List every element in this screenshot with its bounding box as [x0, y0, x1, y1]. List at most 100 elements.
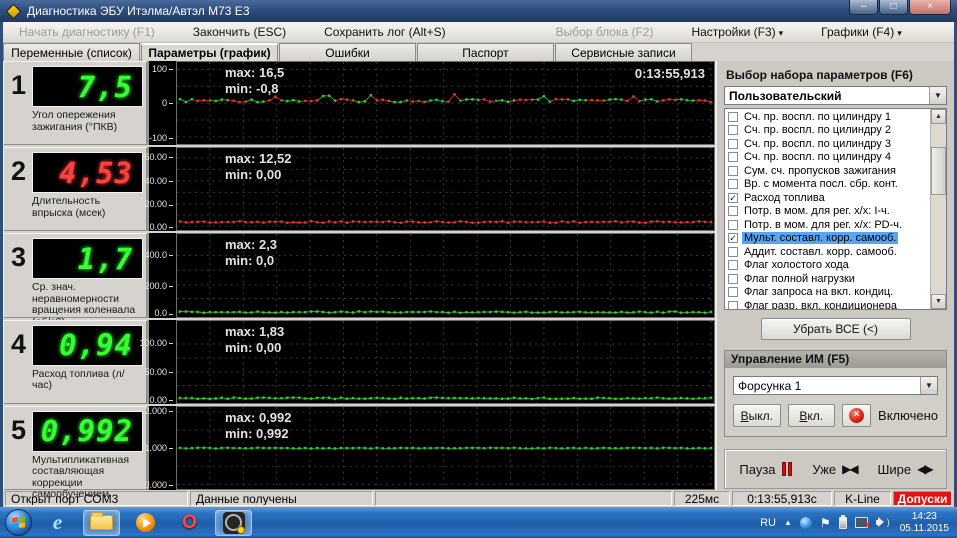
im-control-header: Управление ИМ (F5) [725, 351, 946, 368]
taskbar-media-player-button[interactable] [127, 510, 164, 536]
menu-item-charts[interactable]: Графики (F4) ▾ [813, 23, 910, 41]
taskbar-ie-button[interactable]: e [39, 510, 76, 536]
im-control-body: Форсунка 1 ▼ Выкл. Вкл. × Включено [725, 368, 946, 436]
y-tick-label: 100 [152, 64, 173, 74]
checkbox-icon[interactable] [728, 206, 738, 217]
volume-icon[interactable]: ) [875, 516, 890, 529]
param-list-item[interactable]: Аддит. составл. корр. самооб. [726, 245, 930, 259]
clear-all-button[interactable]: Убрать ВСЕ (<) [760, 318, 911, 340]
network-icon[interactable]: × [854, 517, 871, 531]
y-tick-label: 0.00 [149, 222, 173, 232]
y-tick-label: 40.00 [144, 176, 173, 186]
app-icon [5, 3, 22, 19]
tab-parameters-chart[interactable]: Параметры (график) [141, 43, 278, 61]
checkbox-icon[interactable] [728, 152, 738, 163]
checkbox-icon[interactable] [728, 273, 738, 284]
tray-expand-icon[interactable]: ▲ [784, 518, 792, 527]
param-list-item[interactable]: Флаг разр. вкл. кондиционера [726, 299, 930, 309]
param-list-item[interactable]: Сч. пр. воспл. по цилиндру 4 [726, 151, 930, 165]
checkbox-icon[interactable] [728, 138, 738, 149]
action-center-flag-icon[interactable]: ⚑ [820, 517, 831, 529]
restore-button[interactable]: □ [879, 0, 908, 15]
param-list-label: Сч. пр. воспл. по цилиндру 2 [744, 124, 891, 137]
device-value: Форсунка 1 [738, 379, 802, 393]
checkbox-icon[interactable] [728, 287, 738, 298]
param-list-item[interactable]: Потр. в мом. для рег. х/х: PD-ч. [726, 218, 930, 232]
device-combobox[interactable]: Форсунка 1 ▼ [733, 376, 938, 395]
clock[interactable]: 14:23 05.11.2015 [900, 511, 949, 535]
param-index: 3 [11, 242, 27, 273]
tab-service-records[interactable]: Сервисные записи [555, 43, 692, 61]
list-scrollbar[interactable]: ▲ ▼ [930, 109, 946, 309]
on-button[interactable]: Вкл. [787, 404, 836, 427]
param-value-display: 1,7 [32, 238, 143, 280]
param-list-label: Расход топлива [744, 191, 825, 204]
combo-dropdown-icon[interactable]: ▼ [920, 377, 937, 394]
parameter-checklist: Сч. пр. воспл. по цилиндру 1 Сч. пр. восп… [725, 109, 930, 309]
param-list-item[interactable]: Вр. с момента посл. сбр. конт. [726, 178, 930, 192]
param-list-item[interactable]: ✓ Расход топлива [726, 191, 930, 205]
y-tick-label: 20.00 [144, 199, 173, 209]
tray-app-icon[interactable] [799, 516, 812, 529]
tab-errors[interactable]: Ошибки [279, 43, 416, 61]
y-tick-label: 400.0 [144, 250, 173, 260]
checkbox-icon[interactable] [728, 111, 738, 122]
menu-item-block-select: Выбор блока (F2) [548, 23, 662, 41]
param-list-item[interactable]: Сум. сч. пропусков зажигания [726, 164, 930, 178]
param-list-item[interactable]: Флаг полной нагрузки [726, 272, 930, 286]
combo-dropdown-icon[interactable]: ▼ [929, 87, 946, 104]
stop-button[interactable]: × [842, 404, 872, 427]
battery-icon[interactable] [838, 514, 847, 529]
taskbar-diagnostic-app-button[interactable] [215, 509, 252, 536]
scroll-up-icon[interactable]: ▲ [931, 109, 946, 124]
param-list-item[interactable]: Сч. пр. воспл. по цилиндру 3 [726, 137, 930, 151]
param-list-item[interactable]: ✓ Мульт. составл. корр. самооб. [726, 232, 930, 246]
param-list-item[interactable]: Потр. в мом. для рег. х/х: I-ч. [726, 205, 930, 219]
param-list-item[interactable]: Сч. пр. воспл. по цилиндру 2 [726, 124, 930, 138]
start-button[interactable] [5, 509, 32, 536]
param-index: 1 [11, 70, 27, 100]
pause-button[interactable]: Пауза [739, 462, 792, 477]
taskbar-explorer-button[interactable] [83, 509, 120, 536]
chevron-down-icon: ▾ [897, 28, 902, 38]
scroll-down-icon[interactable]: ▼ [931, 294, 946, 309]
param-list-item[interactable]: Флаг запроса на вкл. кондиц. [726, 286, 930, 300]
off-button[interactable]: Выкл. [733, 404, 781, 427]
close-button[interactable]: × [909, 0, 951, 15]
param-list-item[interactable]: Флаг холостого хода [726, 259, 930, 273]
menu-item-settings[interactable]: Настройки (F3) ▾ [683, 23, 791, 41]
param-row: 2 4,53 Длительность впрыска (мсек) 60.00 40.… [3, 147, 715, 234]
checkbox-checked-icon[interactable]: ✓ [728, 233, 738, 244]
scroll-thumb[interactable] [931, 147, 946, 195]
param-list-label: Флаг полной нагрузки [744, 272, 855, 285]
wider-button[interactable]: Шире ◀▶ [877, 462, 933, 477]
minimize-button[interactable]: – [849, 0, 878, 15]
checkbox-icon[interactable] [728, 179, 738, 190]
tab-variables-list[interactable]: Переменные (список) [3, 43, 140, 61]
chart-row: 100.00 50.00 0.00 max: 1,83 min: 0,00 [139, 319, 715, 405]
checkbox-icon[interactable] [728, 165, 738, 176]
checkbox-icon[interactable] [728, 125, 738, 136]
checkbox-icon[interactable] [728, 300, 738, 309]
y-tick-label: 0.00 [149, 395, 173, 405]
menu-item-save-log[interactable]: Сохранить лог (Alt+S) [316, 23, 454, 41]
narrower-button[interactable]: Уже ▶◀ [812, 462, 858, 477]
preset-combobox[interactable]: Пользовательский ▼ [724, 86, 947, 105]
checkbox-checked-icon[interactable]: ✓ [728, 192, 738, 203]
checkbox-icon[interactable] [728, 260, 738, 271]
sound-wave-icon: ) [886, 517, 890, 527]
taskbar-opera-button[interactable]: O [171, 510, 208, 536]
language-indicator[interactable]: RU [760, 517, 776, 529]
checkbox-icon[interactable] [728, 246, 738, 257]
chart-canvas [177, 320, 714, 403]
status-cycle-time: 225мс [674, 491, 730, 506]
sidebar: Выбор набора параметров (F6) Пользовател… [715, 61, 954, 490]
chart-y-axis: 100.00 50.00 0.00 [139, 319, 176, 405]
menu-item-label: Начать диагностику (F1) [19, 25, 155, 39]
chart-row: 100 0 -100 max: 16,5 min: -0,8 0:13:55,913 [149, 61, 715, 146]
checkbox-icon[interactable] [728, 219, 738, 230]
menu-item-finish[interactable]: Закончить (ESC) [185, 23, 294, 41]
param-index: 5 [11, 414, 27, 445]
tab-passport[interactable]: Паспорт [417, 43, 554, 61]
param-list-item[interactable]: Сч. пр. воспл. по цилиндру 1 [726, 110, 930, 124]
